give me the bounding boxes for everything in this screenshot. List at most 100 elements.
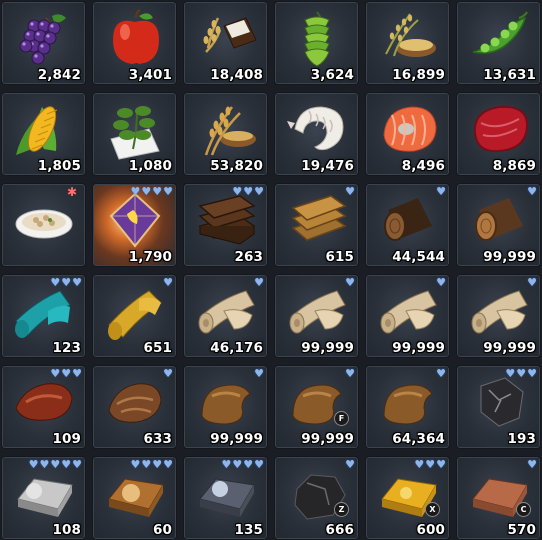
inventory-slot[interactable]: ♥ ♥ ♥ X 600 [365, 456, 450, 540]
grade-pips: ♥ [163, 277, 173, 288]
inventory-slot[interactable]: ♥ ♥ ♥ ♥ ♥ 108 [1, 456, 86, 540]
grade-pip-icon: ♥ [130, 458, 141, 471]
inventory-slot[interactable]: ♥ 46,176 [183, 274, 268, 358]
inventory-slot[interactable]: 8,869 [456, 92, 541, 176]
item-quantity: 99,999 [483, 249, 536, 265]
cloth-roll-icon [380, 290, 437, 334]
grade-pips: ♥ [254, 368, 264, 379]
inventory-slot[interactable]: 2,842 [1, 1, 86, 85]
item-quantity: 99,999 [483, 340, 536, 356]
item-quantity: 46,176 [210, 340, 263, 356]
inventory-slot[interactable]: 8,496 [365, 92, 450, 176]
flour-bowl-icon [203, 17, 257, 53]
grade-pip-icon: ♥ [72, 367, 82, 380]
inventory-slot[interactable]: 53,820 [183, 92, 268, 176]
item-quantity: 8,869 [492, 158, 536, 174]
inventory-slot[interactable]: ♥ ♥ ♥ 123 [1, 274, 86, 358]
planks-icon [198, 195, 256, 245]
inventory-slot[interactable]: 3,624 [274, 1, 359, 85]
item-quantity: 1,790 [128, 249, 172, 265]
inventory-slot[interactable]: ♥ ♥ ♥ ♥ 135 [183, 456, 268, 540]
steak-icon [473, 105, 529, 153]
inventory-slot[interactable]: ♥ 99,999 [456, 274, 541, 358]
grade-pips: ♥ [527, 186, 537, 197]
inventory-slot[interactable]: ♥ C 570 [456, 456, 541, 540]
grade-pip-icon: ♥ [141, 185, 152, 198]
grade-pip-icon: ♥ [221, 458, 232, 471]
grade-pip-icon: ♥ [436, 367, 446, 380]
item-quantity: 99,999 [301, 431, 354, 447]
ingot-icon [199, 478, 255, 517]
grade-pip-icon: ♥ [61, 367, 72, 380]
grade-pip-icon: ♥ [232, 185, 243, 198]
item-quantity: 60 [153, 522, 172, 538]
inventory-slot[interactable]: ♥ F 99,999 [274, 365, 359, 449]
inventory-slot[interactable]: ♥ ♥ ♥ ♥ 60 [92, 456, 177, 540]
corn-icon [16, 106, 58, 155]
shrimp-icon [287, 106, 344, 151]
grade-pip-icon: ♥ [72, 458, 82, 471]
item-quantity: 8,496 [401, 158, 445, 174]
crystal-icon [109, 192, 161, 248]
grade-pip-icon: ♥ [436, 276, 446, 289]
item-quantity: 18,408 [210, 67, 263, 83]
item-quantity: 651 [143, 340, 172, 356]
inventory-slot[interactable]: ♥ ♥ ♥ ♥ 1,790 [92, 183, 177, 267]
grade-pip-icon: ♥ [425, 458, 436, 471]
inventory-slot[interactable]: ✱ [1, 183, 86, 267]
grade-pips: ♥ [345, 368, 355, 379]
item-quantity: 2,842 [37, 67, 81, 83]
grade-pip-icon: ♥ [61, 276, 72, 289]
item-quantity: 193 [507, 431, 536, 447]
inventory-slot[interactable]: 18,408 [183, 1, 268, 85]
inventory-slot[interactable]: ♥ 64,364 [365, 365, 450, 449]
grapes-icon [19, 14, 66, 65]
item-quantity: 3,401 [128, 67, 172, 83]
inventory-slot[interactable]: 19,476 [274, 92, 359, 176]
inventory-slot[interactable]: ♥ ♥ ♥ 109 [1, 365, 86, 449]
inventory-slot[interactable]: ♥ 615 [274, 183, 359, 267]
grade-pips: ♥ ♥ ♥ [505, 368, 537, 379]
grade-pip-icon: ♥ [527, 185, 537, 198]
inventory-slot[interactable]: ♥ ♥ ♥ 193 [456, 365, 541, 449]
inventory-slot[interactable]: 1,805 [1, 92, 86, 176]
grade-pip-icon: ♥ [152, 458, 163, 471]
inventory-slot[interactable]: ♥ 651 [92, 274, 177, 358]
item-quantity: 666 [325, 522, 354, 538]
inventory-slot[interactable]: 13,631 [456, 1, 541, 85]
item-quantity: 263 [234, 249, 263, 265]
grade-pip-icon: ♥ [254, 367, 264, 380]
grade-pips: ♥ [345, 277, 355, 288]
grade-pips: ♥ [436, 277, 446, 288]
grade-pips: ♥ ♥ ♥ ♥ ♥ [29, 459, 82, 470]
inventory-slot[interactable]: ♥ Z 666 [274, 456, 359, 540]
inventory-slot[interactable]: ♥ 99,999 [456, 183, 541, 267]
item-quantity: 109 [52, 431, 81, 447]
log-icon [384, 198, 432, 241]
inventory-slot[interactable]: ♥ ♥ ♥ 263 [183, 183, 268, 267]
inventory-slot[interactable]: ♥ 99,999 [274, 274, 359, 358]
grade-pip-icon: ♥ [527, 276, 537, 289]
grade-pip-icon: ♥ [254, 185, 264, 198]
ore-icon [480, 377, 524, 427]
grade-pip-icon: ♥ [130, 185, 141, 198]
grade-pips: ♥ ♥ ♥ [50, 277, 82, 288]
item-quantity: 633 [143, 431, 172, 447]
inventory-slot[interactable]: 1,080 [92, 92, 177, 176]
inventory-slot[interactable]: ♥ 99,999 [365, 274, 450, 358]
grade-pip-icon: ♥ [141, 458, 152, 471]
inventory-slot[interactable]: 3,401 [92, 1, 177, 85]
ingot-icon [17, 478, 73, 517]
grade-pips: ♥ [345, 186, 355, 197]
item-quantity: 600 [416, 522, 445, 538]
grade-pip-icon: ♥ [243, 185, 254, 198]
grade-pip-icon: ♥ [243, 458, 254, 471]
inventory-slot[interactable]: ♥ 44,544 [365, 183, 450, 267]
new-item-mark: ✱ [66, 185, 77, 199]
inventory-slot[interactable]: ♥ 99,999 [183, 365, 268, 449]
inventory-slot[interactable]: ♥ 633 [92, 365, 177, 449]
inventory-slot[interactable]: 16,899 [365, 1, 450, 85]
grade-pip-icon: ♥ [345, 367, 355, 380]
item-quantity: 16,899 [392, 67, 445, 83]
grade-pip-icon: ♥ [505, 367, 516, 380]
